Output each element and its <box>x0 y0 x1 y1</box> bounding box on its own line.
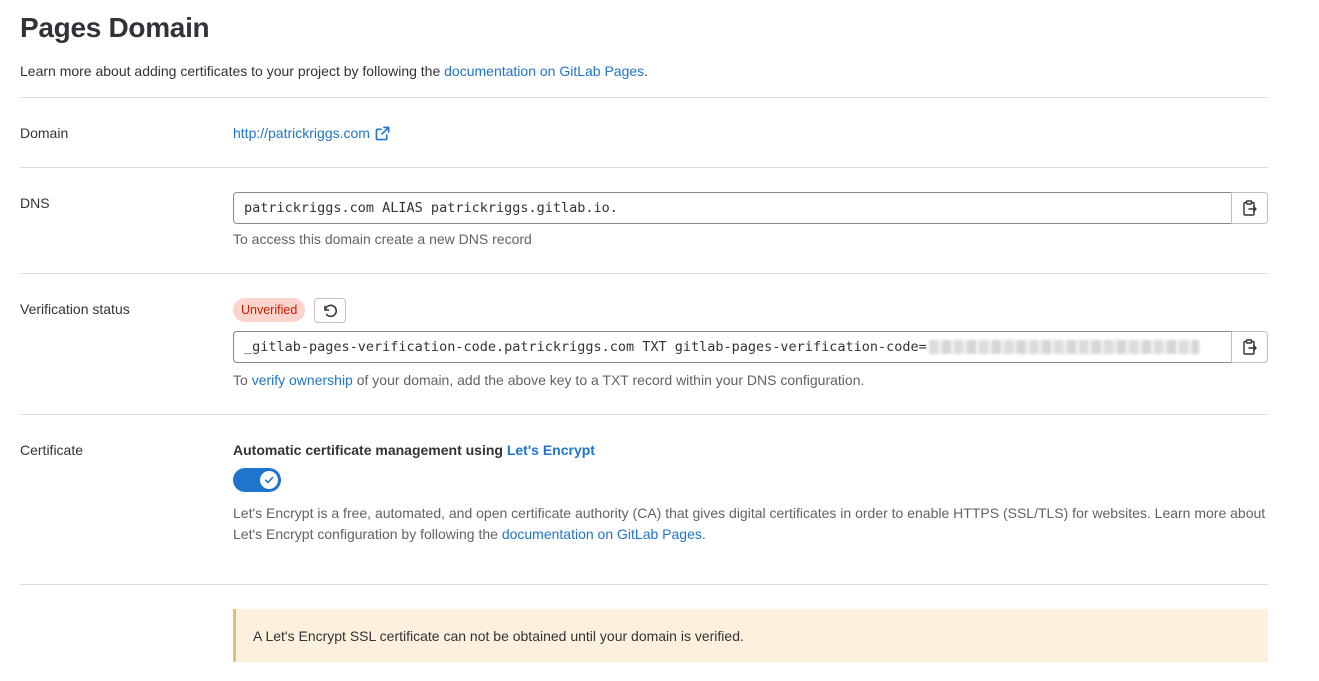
divider <box>20 414 1268 415</box>
copy-dns-record-button[interactable] <box>1231 192 1268 224</box>
check-icon <box>264 476 274 484</box>
certificate-description-text: Let's Encrypt is a free, automated, and … <box>233 505 1266 542</box>
redacted-verification-code <box>928 340 1199 354</box>
verify-ownership-link[interactable]: verify ownership <box>252 372 353 388</box>
divider <box>20 584 1268 585</box>
intro-text-prefix: Learn more about adding certificates to … <box>20 63 445 79</box>
dns-record-field[interactable]: patrickriggs.com ALIAS patrickriggs.gitl… <box>233 192 1231 224</box>
warning-alert: A Let's Encrypt SSL certificate can not … <box>233 609 1268 662</box>
intro-text-end: . <box>644 63 649 79</box>
certificate-heading: Automatic certificate management using L… <box>233 441 595 459</box>
verification-record-text: _gitlab-pages-verification-code.patrickr… <box>244 339 927 355</box>
retry-icon <box>324 304 338 317</box>
status-badge: Unverified <box>233 298 306 322</box>
domain-label: Domain <box>20 125 69 141</box>
certificate-label: Certificate <box>20 442 84 458</box>
copy-to-clipboard-icon <box>1242 200 1257 216</box>
certificate-heading-text: Automatic certificate management using <box>233 442 507 458</box>
certificate-description-end: . <box>701 526 706 542</box>
auto-ssl-toggle[interactable] <box>233 468 281 492</box>
divider <box>20 273 1268 274</box>
certificate-documentation-link[interactable]: documentation on GitLab Pages <box>502 526 702 542</box>
verification-help-prefix: To <box>233 372 252 388</box>
verification-status-label: Verification status <box>20 301 130 317</box>
verification-help-text: To verify ownership of your domain, add … <box>233 371 864 389</box>
domain-link[interactable]: http://patrickriggs.com <box>233 124 390 142</box>
lets-encrypt-link[interactable]: Let's Encrypt <box>507 442 595 458</box>
dns-label: DNS <box>20 195 50 211</box>
certificate-description: Let's Encrypt is a free, automated, and … <box>233 503 1268 545</box>
intro-text: Learn more about adding certificates to … <box>20 62 648 80</box>
dns-record-group: patrickriggs.com ALIAS patrickriggs.gitl… <box>233 192 1268 224</box>
divider <box>20 167 1268 168</box>
copy-to-clipboard-icon <box>1242 339 1257 355</box>
warning-alert-text: A Let's Encrypt SSL certificate can not … <box>253 628 744 644</box>
domain-url: http://patrickriggs.com <box>233 125 370 141</box>
copy-verification-record-button[interactable] <box>1231 331 1268 363</box>
verification-help-suffix: of your domain, add the above key to a T… <box>352 372 865 388</box>
retry-verification-button[interactable] <box>314 298 346 323</box>
intro-documentation-link[interactable]: documentation on GitLab Pages <box>444 63 644 79</box>
dns-help-text: To access this domain create a new DNS r… <box>233 231 532 247</box>
verification-record-group: _gitlab-pages-verification-code.patrickr… <box>233 331 1268 363</box>
external-link-icon <box>375 126 390 140</box>
verification-record-field[interactable]: _gitlab-pages-verification-code.patrickr… <box>233 331 1231 363</box>
page-title: Pages Domain <box>20 12 210 43</box>
divider <box>20 97 1268 98</box>
toggle-knob <box>260 471 278 489</box>
